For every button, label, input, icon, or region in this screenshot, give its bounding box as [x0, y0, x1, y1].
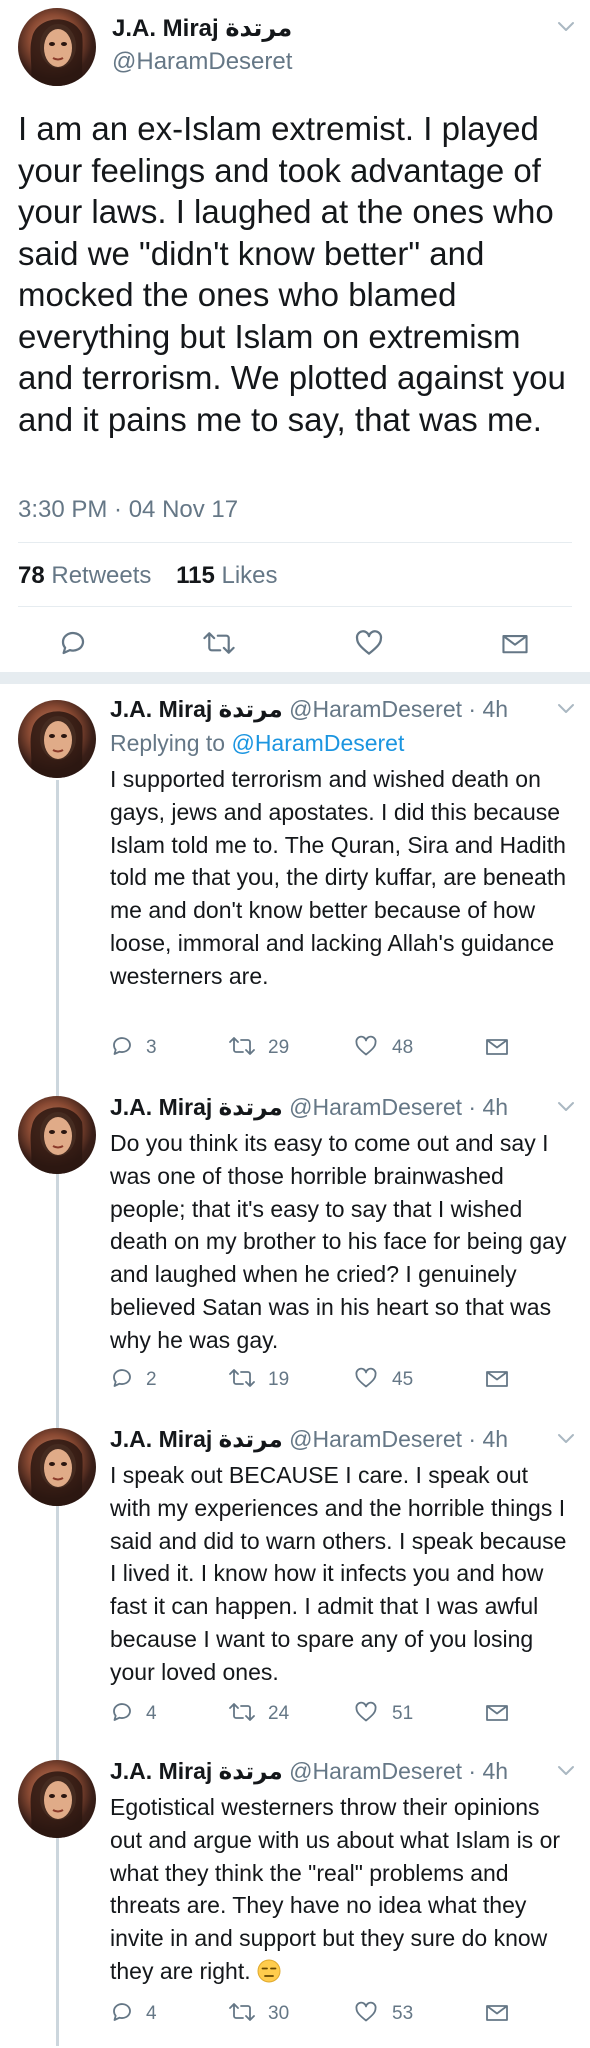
reply-handle-time[interactable]: @HaramDeseret · 4h — [289, 1758, 508, 1784]
unamused-face-emoji — [257, 1959, 281, 1983]
like-icon[interactable] — [354, 2000, 378, 2024]
likes-label[interactable]: Likes — [221, 562, 277, 589]
direct-message-icon[interactable] — [500, 628, 530, 658]
reply-handle-time[interactable]: @HaramDeseret · 4h — [289, 696, 508, 722]
retweets-count[interactable]: 78 — [18, 562, 45, 589]
like-icon[interactable] — [354, 1034, 378, 1058]
reply-icon[interactable] — [110, 1700, 134, 1724]
reply-actions: 4 24 51 — [0, 1700, 590, 1728]
replying-to: Replying to @HaramDeseret — [110, 730, 404, 757]
reply-avatar[interactable] — [18, 1096, 96, 1174]
reply-author-name[interactable]: J.A. Miraj مرتدة — [110, 1094, 283, 1120]
reply-header: J.A. Miraj مرتدة @HaramDeseret · 4h — [110, 696, 508, 723]
retweet-icon[interactable] — [228, 1700, 256, 1724]
reply-avatar[interactable] — [18, 700, 96, 778]
tweet-actions — [0, 626, 590, 662]
like-icon[interactable] — [354, 628, 384, 658]
like-count: 51 — [392, 1703, 414, 1724]
retweet-count: 30 — [268, 2003, 290, 2024]
replying-to-handle[interactable]: @HaramDeseret — [231, 730, 404, 756]
reply-header: J.A. Miraj مرتدة @HaramDeseret · 4h — [110, 1426, 508, 1453]
reply-icon[interactable] — [110, 1366, 134, 1390]
reply-avatar[interactable] — [18, 1428, 96, 1506]
tweet-stats: 78 Retweets 115 Likes — [18, 562, 278, 590]
chevron-down-icon[interactable] — [556, 1432, 576, 1446]
chevron-down-icon[interactable] — [556, 1100, 576, 1114]
reply-actions: 2 19 45 — [0, 1366, 590, 1394]
chevron-down-icon[interactable] — [556, 20, 576, 34]
retweet-count: 24 — [268, 1703, 290, 1724]
reply-avatar[interactable] — [18, 1760, 96, 1838]
reply-author-name[interactable]: J.A. Miraj مرتدة — [110, 1426, 283, 1452]
reply-actions: 4 30 53 — [0, 2000, 590, 2028]
reply-count: 2 — [146, 1369, 157, 1390]
author-name[interactable]: J.A. Miraj مرتدة — [112, 14, 292, 43]
retweet-icon[interactable] — [228, 2000, 256, 2024]
direct-message-icon[interactable] — [484, 1034, 510, 1058]
author-avatar[interactable] — [18, 8, 96, 86]
reply-icon[interactable] — [110, 1034, 134, 1058]
retweet-icon[interactable] — [228, 1034, 256, 1058]
reply-text-content: Egotistical westerners throw their opini… — [110, 1794, 561, 1984]
reply-text: Egotistical westerners throw their opini… — [110, 1791, 572, 1988]
reply-header: J.A. Miraj مرتدة @HaramDeseret · 4h — [110, 1758, 508, 1785]
replying-to-label: Replying to — [110, 730, 226, 756]
reply-icon[interactable] — [110, 2000, 134, 2024]
direct-message-icon[interactable] — [484, 1366, 510, 1390]
reply-text: I speak out BECAUSE I care. I speak out … — [110, 1462, 567, 1685]
reply-count: 3 — [146, 1037, 157, 1058]
retweet-count: 19 — [268, 1369, 290, 1390]
chevron-down-icon[interactable] — [556, 1764, 576, 1778]
reply-handle-time[interactable]: @HaramDeseret · 4h — [289, 1094, 508, 1120]
section-separator — [0, 672, 590, 684]
like-count: 45 — [392, 1369, 414, 1390]
like-count: 53 — [392, 2003, 414, 2024]
author-handle[interactable]: @HaramDeseret — [112, 48, 292, 76]
reply-icon[interactable] — [58, 628, 88, 658]
like-count: 48 — [392, 1037, 414, 1058]
reply-text: Do you think its easy to come out and sa… — [110, 1130, 567, 1353]
reply-count: 4 — [146, 1703, 157, 1724]
direct-message-icon[interactable] — [484, 1700, 510, 1724]
tweet-timestamp[interactable]: 3:30 PM · 04 Nov 17 — [18, 496, 238, 524]
retweets-label[interactable]: Retweets — [51, 562, 151, 589]
likes-count[interactable]: 115 — [176, 562, 215, 589]
reply-actions: 3 29 48 — [0, 1034, 590, 1062]
divider — [18, 606, 572, 607]
reply-text: I supported terrorism and wished death o… — [110, 766, 567, 989]
reply-handle-time[interactable]: @HaramDeseret · 4h — [289, 1426, 508, 1452]
reply-header: J.A. Miraj مرتدة @HaramDeseret · 4h — [110, 1094, 508, 1121]
reply-author-name[interactable]: J.A. Miraj مرتدة — [110, 1758, 283, 1784]
like-icon[interactable] — [354, 1366, 378, 1390]
retweet-icon[interactable] — [202, 628, 236, 658]
divider — [18, 542, 572, 543]
thread-line — [56, 780, 59, 2046]
reply-author-name[interactable]: J.A. Miraj مرتدة — [110, 696, 283, 722]
chevron-down-icon[interactable] — [556, 702, 576, 716]
reply-count: 4 — [146, 2003, 157, 2024]
retweet-count: 29 — [268, 1037, 290, 1058]
tweet-text: I am an ex-Islam extremist. I played you… — [18, 110, 566, 438]
retweet-icon[interactable] — [228, 1366, 256, 1390]
like-icon[interactable] — [354, 1700, 378, 1724]
direct-message-icon[interactable] — [484, 2000, 510, 2024]
